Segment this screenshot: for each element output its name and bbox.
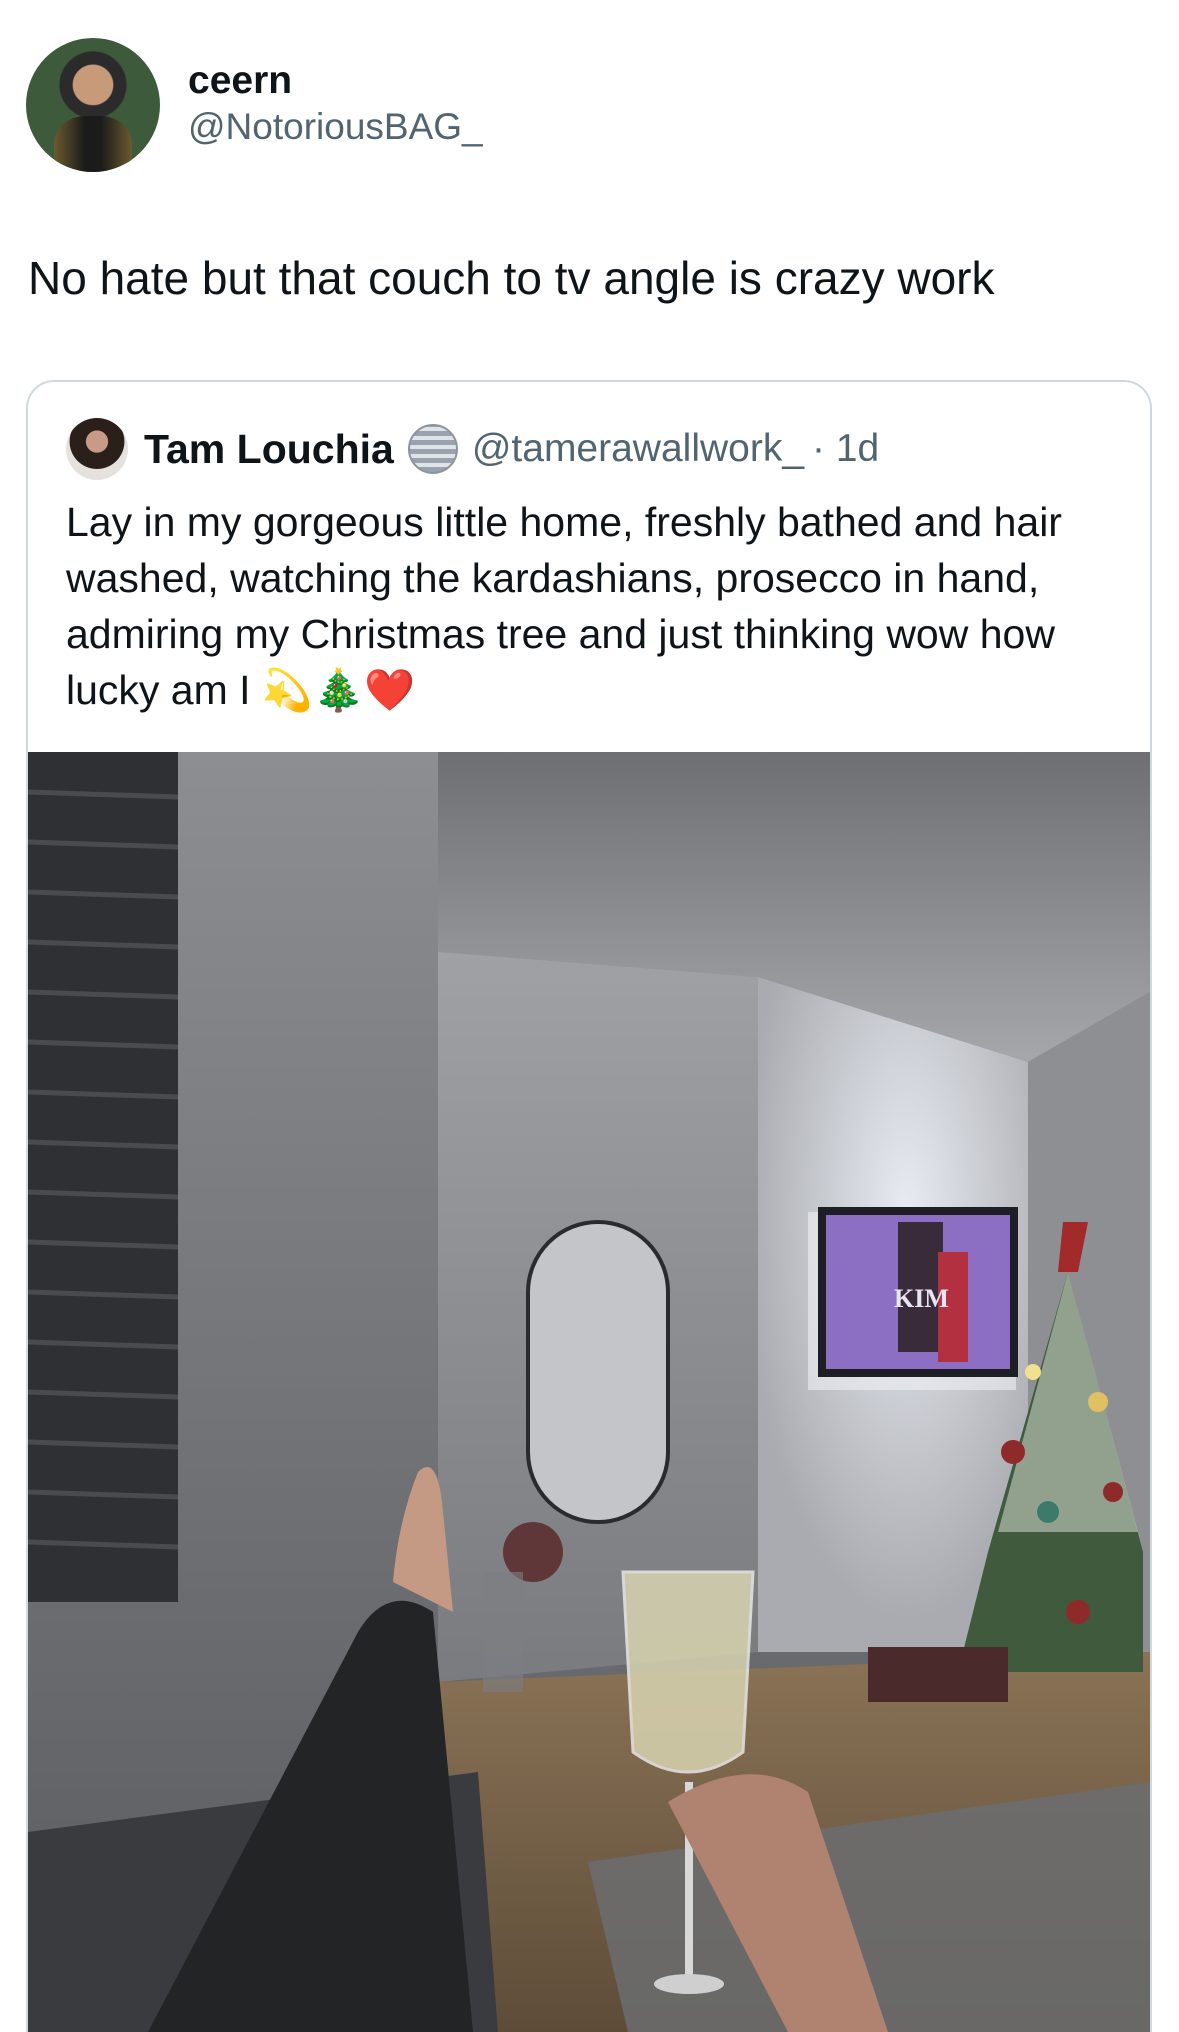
tweet-text: No hate but that couch to tv angle is cr… (28, 252, 995, 304)
quoted-author-avatar[interactable] (66, 418, 128, 480)
quoted-tweet-header: Tam Louchia @tamerawallwork_ · 1d (66, 418, 879, 480)
tweet-header: ceern @NotoriousBAG_ (26, 38, 483, 172)
tv-caption: KIM (894, 1284, 949, 1313)
window-blinds (28, 752, 178, 1602)
quoted-tweet-text: Lay in my gorgeous little home, freshly … (66, 499, 1062, 713)
oval-mirror (526, 1220, 670, 1524)
author-handle[interactable]: @NotoriousBAG_ (188, 103, 483, 151)
author-display-name[interactable]: ceern (188, 59, 483, 103)
author-names: ceern @NotoriousBAG_ (188, 59, 483, 151)
disco-ball-badge-icon (407, 424, 458, 474)
poinsettias (868, 1647, 1008, 1702)
quoted-tweet-time[interactable]: · 1d (812, 427, 879, 471)
quoted-author-handle[interactable]: @tamerawallwork_ (472, 427, 804, 471)
quoted-author-name[interactable]: Tam Louchia (144, 426, 394, 473)
quoted-tweet-card[interactable]: Tam Louchia @tamerawallwork_ · 1d Lay in… (26, 380, 1152, 2032)
author-avatar[interactable] (26, 38, 160, 172)
living-room-photo[interactable]: KIM (28, 752, 1150, 2032)
